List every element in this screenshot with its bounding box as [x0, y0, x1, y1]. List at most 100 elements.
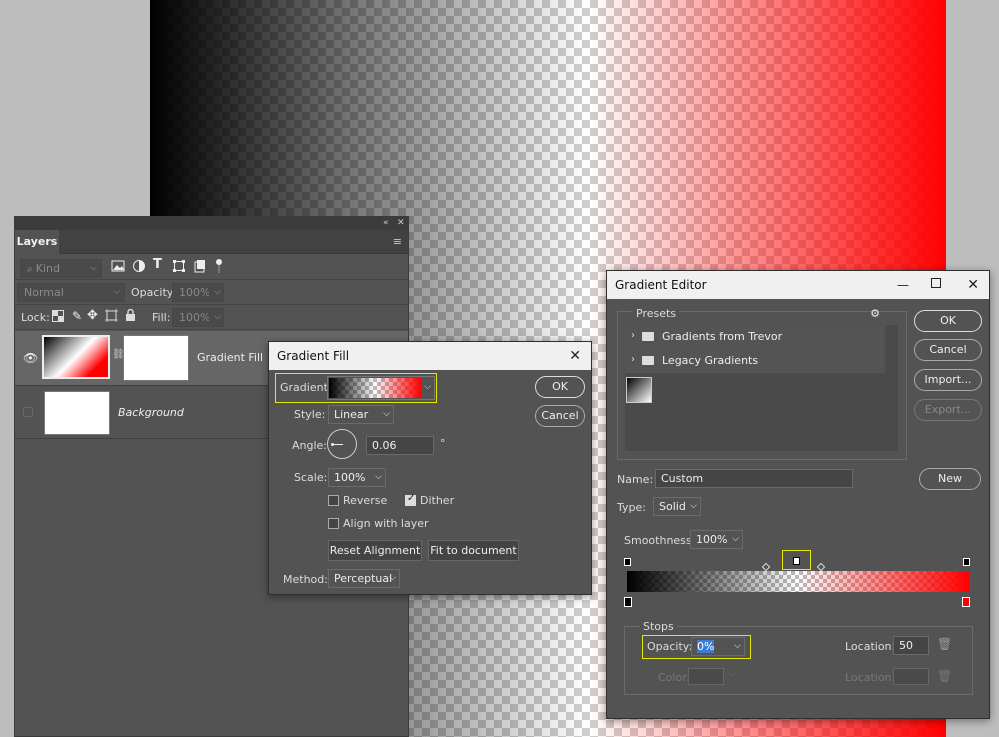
layer-name[interactable]: Background	[118, 406, 184, 419]
chevron-down-icon[interactable]: ⌵	[734, 638, 741, 655]
reverse-checkbox[interactable]	[328, 495, 339, 506]
folder-label[interactable]: Legacy Gradients	[662, 354, 758, 367]
opacity-dropdown[interactable]: ⌵	[209, 283, 224, 302]
filter-toggle-icon[interactable]	[215, 258, 231, 274]
gradient-bar[interactable]	[627, 571, 969, 592]
lock-row: Lock: ✎ ✥ Fill: 100% ⌵	[15, 305, 408, 330]
gradient-fill-thumbnail[interactable]	[42, 335, 110, 379]
degree-symbol: °	[440, 437, 446, 450]
align-checkbox[interactable]	[328, 518, 339, 529]
chevron-right-icon[interactable]: ›	[631, 354, 635, 365]
collapse-icon[interactable]: «	[383, 218, 389, 228]
ok-button[interactable]: OK	[535, 376, 585, 398]
style-select[interactable]: Linear ⌵	[328, 405, 394, 424]
opacity-stop-left[interactable]	[624, 558, 631, 566]
color-stop-left[interactable]	[624, 597, 632, 607]
gradient-picker[interactable]: ⌵	[327, 376, 435, 400]
image-filter-icon[interactable]	[111, 259, 127, 275]
close-icon[interactable]: ✕	[397, 218, 405, 228]
minimize-icon[interactable]: —	[897, 271, 909, 299]
midpoint-diamond-right[interactable]	[816, 562, 826, 572]
import-button[interactable]: Import...	[914, 369, 982, 391]
export-button[interactable]: Export...	[914, 399, 982, 421]
angle-dial[interactable]	[327, 429, 357, 459]
gradient-swatch[interactable]	[329, 378, 421, 398]
tab-layers[interactable]: Layers	[15, 230, 59, 254]
lock-all-icon[interactable]	[125, 308, 141, 325]
opacity-stop-mid[interactable]	[793, 557, 800, 565]
presets-label: Presets	[633, 307, 680, 320]
color-location-input[interactable]	[893, 668, 929, 685]
background-thumbnail[interactable]	[44, 391, 110, 435]
method-label: Method:	[283, 573, 328, 586]
folder-label[interactable]: Gradients from Trevor	[662, 330, 782, 343]
reverse-label[interactable]: Reverse	[343, 494, 387, 507]
align-label[interactable]: Align with layer	[343, 517, 429, 530]
chevron-down-icon: ⌵	[690, 501, 697, 511]
angle-input[interactable]: 0.06	[366, 436, 434, 455]
eye-icon[interactable]: 👁	[23, 351, 38, 365]
visibility-toggle[interactable]	[23, 407, 33, 417]
filter-kind-label: Kind	[35, 262, 61, 275]
chevron-down-icon: ⌵	[383, 409, 390, 419]
type-filter-icon[interactable]: T	[153, 257, 169, 273]
lock-pixels-icon[interactable]: ✎	[72, 309, 88, 325]
chevron-down-icon: ⌵	[214, 312, 221, 322]
close-icon[interactable]: ✕	[569, 342, 581, 370]
lock-artboard-icon[interactable]	[105, 309, 121, 325]
lock-transparent-icon[interactable]	[52, 310, 68, 326]
smart-object-filter-icon[interactable]	[193, 259, 209, 275]
ok-button[interactable]: OK	[914, 310, 982, 332]
stop-color-swatch[interactable]	[688, 668, 724, 685]
preset-swatch[interactable]	[626, 377, 652, 403]
scale-input[interactable]: 100% ⌵	[328, 468, 386, 487]
stop-color-label: Color:	[658, 671, 691, 684]
stop-opacity-value: 0%	[697, 640, 715, 653]
blend-mode-select[interactable]: Normal ⌵	[17, 283, 125, 302]
lock-position-icon[interactable]: ✥	[87, 308, 103, 324]
reset-alignment-button[interactable]: Reset Alignment	[328, 540, 422, 561]
chevron-down-icon[interactable]: ⌵	[728, 669, 735, 679]
angle-label: Angle:	[292, 439, 328, 452]
chevron-down-icon: ⌵	[214, 287, 221, 297]
type-select[interactable]: Solid ⌵	[653, 497, 701, 516]
trash-icon[interactable]: 🗑	[937, 637, 952, 651]
new-button[interactable]: New	[919, 468, 981, 490]
cancel-button[interactable]: Cancel	[535, 405, 585, 427]
chevron-down-icon[interactable]: ⌵	[375, 469, 382, 486]
smoothness-input[interactable]: 100% ⌵	[690, 530, 743, 549]
layer-name[interactable]: Gradient Fill 1	[197, 351, 274, 364]
shape-filter-icon[interactable]	[172, 259, 188, 275]
close-icon[interactable]: ✕	[967, 271, 979, 299]
midpoint-diamond-left[interactable]	[761, 562, 771, 572]
color-stop-right[interactable]	[962, 597, 970, 607]
preset-folder[interactable]: › Gradients from Trevor	[625, 325, 885, 349]
filter-kind-select[interactable]: ⌕ Kind ⌵	[20, 259, 102, 278]
type-label: Type:	[617, 501, 646, 514]
chevron-right-icon[interactable]: ›	[631, 330, 635, 341]
adjustment-filter-icon[interactable]	[132, 259, 148, 275]
fit-to-document-button[interactable]: Fit to document	[428, 540, 519, 561]
fill-dropdown[interactable]: ⌵	[209, 308, 224, 327]
gear-icon[interactable]: ⚙	[870, 307, 880, 320]
cancel-button[interactable]: Cancel	[914, 339, 982, 361]
stop-location-input[interactable]: 50	[893, 636, 929, 655]
blend-mode-label: Normal	[24, 286, 64, 299]
method-select[interactable]: Perceptual ⌵	[328, 569, 400, 588]
stop-opacity-input[interactable]: 0% ⌵	[691, 637, 745, 656]
dialog-titlebar: Gradient Fill ✕	[269, 342, 591, 370]
maximize-icon[interactable]	[931, 278, 941, 288]
preset-folder[interactable]: › Legacy Gradients	[625, 349, 885, 373]
scale-label: Scale:	[294, 471, 328, 484]
dither-checkbox[interactable]	[405, 493, 416, 506]
method-value: Perceptual	[334, 572, 393, 585]
opacity-stop-right[interactable]	[963, 558, 970, 566]
chevron-down-icon[interactable]: ⌵	[424, 382, 431, 392]
chevron-down-icon[interactable]: ⌵	[732, 531, 739, 548]
layer-mask-thumbnail[interactable]	[123, 335, 189, 381]
panel-menu-icon[interactable]: ≡	[393, 235, 402, 248]
trash-icon[interactable]: 🗑	[937, 669, 952, 683]
dither-label[interactable]: Dither	[420, 494, 454, 507]
name-input[interactable]: Custom	[655, 469, 853, 488]
chevron-down-icon: ⌵	[113, 287, 120, 297]
